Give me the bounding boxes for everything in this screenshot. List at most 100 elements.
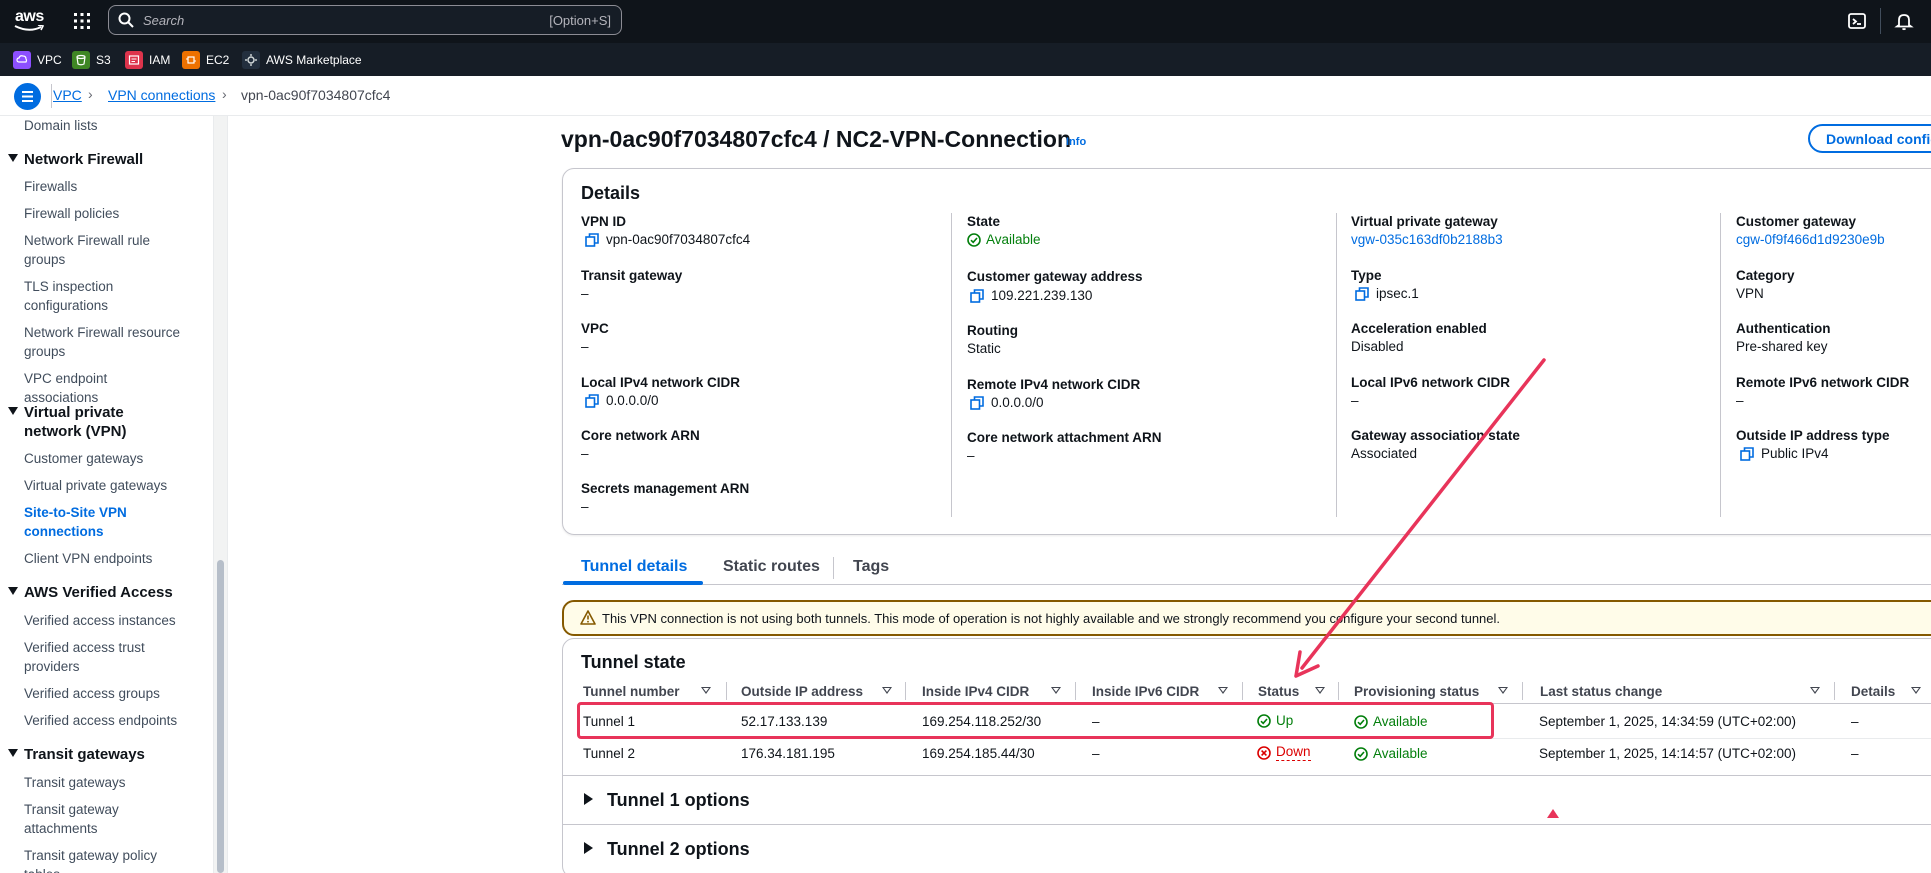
customer-gateway-address-label: Customer gateway address (967, 269, 1143, 284)
favorite-iam[interactable]: IAM (125, 50, 170, 70)
page-title: vpn-0ac90f7034807cfc4 / NC2-VPN-Connecti… (561, 126, 1072, 152)
sidebar-item-vpc-endpoint-associations[interactable]: VPC endpoint associations (24, 369, 184, 407)
tunnel-1-options-expander[interactable]: Tunnel 1 options (584, 790, 750, 811)
routing-label: Routing (967, 323, 1018, 338)
cloudshell-icon[interactable] (1847, 11, 1867, 31)
sidebar-item-transit-gateways[interactable]: Transit gateways (24, 773, 184, 792)
favorite-vpc[interactable]: VPC (13, 50, 62, 70)
favorites-bar: VPC S3 IAM EC2 AWS Marketplace (0, 43, 1931, 76)
breadcrumb-bar: VPC › VPN connections › vpn-0ac90f703480… (0, 76, 1931, 116)
download-configuration-button[interactable]: Download configuration (1808, 124, 1931, 153)
sort-caret-icon[interactable] (1810, 687, 1820, 694)
breadcrumb-vpn-connections[interactable]: VPN connections (108, 87, 215, 103)
sidebar-item-site-to-site-vpn[interactable]: Site-to-Site VPN connections (24, 503, 144, 541)
sidebar-item-transit-gateway-attachments[interactable]: Transit gateway attachments (24, 800, 154, 838)
sidebar-item-client-vpn-endpoints[interactable]: Client VPN endpoints (24, 549, 184, 568)
cell-last-status-change: September 1, 2025, 14:34:59 (UTC+02:00) (1539, 714, 1797, 729)
transit-gateway-label: Transit gateway (581, 268, 683, 283)
virtual-private-gateway-link[interactable]: vgw-035c163df0b2188b3 (1351, 232, 1503, 247)
col-header-last-status-change[interactable]: Last status change (1540, 684, 1662, 699)
local-ipv6-cidr-value: – (1351, 393, 1359, 408)
sort-caret-icon[interactable] (701, 687, 711, 694)
column-divider (951, 213, 952, 517)
col-header-inside-ipv6[interactable]: Inside IPv6 CIDR (1092, 684, 1199, 699)
aws-smile-icon (14, 25, 44, 31)
caret-down-icon (8, 587, 18, 595)
copy-icon[interactable] (1740, 446, 1754, 461)
col-header-tunnel-number[interactable]: Tunnel number (583, 684, 680, 699)
outside-ip-address-type-label: Outside IP address type (1736, 428, 1890, 443)
sidebar-item-verified-access-groups[interactable]: Verified access groups (24, 684, 184, 703)
sort-caret-icon[interactable] (882, 687, 892, 694)
col-header-provisioning-status[interactable]: Provisioning status (1354, 684, 1479, 699)
column-divider (1336, 213, 1337, 517)
copy-icon[interactable] (970, 288, 984, 303)
sidebar-section-transit-gateways[interactable]: Transit gateways (8, 745, 193, 764)
sidebar-item-firewall-policies[interactable]: Firewall policies (24, 204, 184, 223)
info-link[interactable]: Info (1066, 136, 1086, 148)
sidebar-section-verified-access[interactable]: AWS Verified Access (8, 583, 193, 602)
tab-divider (833, 557, 834, 579)
column-resizer[interactable] (905, 682, 906, 700)
col-header-inside-ipv4[interactable]: Inside IPv4 CIDR (922, 684, 1029, 699)
sidebar-item-firewalls[interactable]: Firewalls (24, 177, 184, 196)
aws-logo-text: aws (15, 8, 44, 25)
sort-caret-icon[interactable] (1315, 687, 1325, 694)
iam-icon (125, 51, 143, 69)
cell-tunnel-number: Tunnel 2 (583, 746, 636, 761)
sort-caret-icon[interactable] (1218, 687, 1228, 694)
sidebar-section-network-firewall[interactable]: Network Firewall (8, 150, 193, 169)
favorite-s3[interactable]: S3 (72, 50, 111, 70)
column-resizer[interactable] (1834, 682, 1835, 700)
col-header-details[interactable]: Details (1851, 684, 1895, 699)
sidebar-item-verified-access-trust-providers[interactable]: Verified access trust providers (24, 638, 164, 676)
bell-icon[interactable] (1894, 11, 1914, 31)
sidebar-scroll-thumb[interactable] (217, 560, 224, 873)
favorite-label: S3 (96, 53, 111, 67)
tab-tunnel-details[interactable]: Tunnel details (581, 558, 687, 576)
tab-static-routes[interactable]: Static routes (723, 558, 820, 576)
column-resizer[interactable] (1522, 682, 1523, 700)
favorite-ec2[interactable]: EC2 (182, 50, 229, 70)
customer-gateway-link[interactable]: cgw-0f9f466d1d9230e9b (1736, 232, 1885, 247)
sidebar-item-verified-access-endpoints[interactable]: Verified access endpoints (24, 711, 184, 730)
copy-icon[interactable] (585, 393, 599, 408)
sidebar-item-firewall-rule-groups[interactable]: Network Firewall rule groups (24, 231, 184, 269)
col-header-status[interactable]: Status (1258, 684, 1299, 699)
sort-caret-icon[interactable] (1498, 687, 1508, 694)
sidebar-item-verified-access-instances[interactable]: Verified access instances (24, 611, 184, 630)
column-resizer[interactable] (1075, 682, 1076, 700)
grid-icon[interactable] (73, 12, 91, 30)
breadcrumb-vpc[interactable]: VPC (53, 87, 82, 103)
sidebar-item-firewall-resource-groups[interactable]: Network Firewall resource groups (24, 323, 184, 361)
state-label: State (967, 214, 1001, 229)
sidebar-section-vpn[interactable]: Virtual private network (VPN) (8, 403, 193, 441)
copy-icon[interactable] (1355, 286, 1369, 301)
sidebar-item-customer-gateways[interactable]: Customer gateways (24, 449, 184, 468)
tunnel-2-options-expander[interactable]: Tunnel 2 options (584, 839, 750, 860)
menu-toggle-button[interactable] (14, 83, 41, 110)
sidebar-item-tls-inspection[interactable]: TLS inspection configurations (24, 277, 184, 315)
copy-icon[interactable] (970, 395, 984, 410)
aws-logo[interactable]: aws (14, 6, 46, 34)
sidebar-item-transit-gateway-policy-tables[interactable]: Transit gateway policy tables (24, 846, 174, 873)
s3-icon (72, 51, 90, 69)
sidebar-item-domain-lists[interactable]: Domain lists (24, 116, 184, 135)
local-ipv4-cidr-value: 0.0.0.0/0 (585, 393, 659, 408)
error-circle-icon (1257, 745, 1271, 760)
copy-icon[interactable] (585, 232, 599, 247)
search-input[interactable]: Search [Option+S] (108, 5, 622, 35)
breadcrumb-divider (51, 84, 52, 108)
cell-provisioning-status: Available (1354, 746, 1428, 761)
sort-caret-icon[interactable] (1051, 687, 1061, 694)
column-resizer[interactable] (726, 682, 727, 700)
col-header-outside-ip[interactable]: Outside IP address (741, 684, 863, 699)
tab-tags[interactable]: Tags (853, 558, 889, 576)
sort-caret-icon[interactable] (1911, 687, 1921, 694)
cell-status-down[interactable]: Down (1257, 744, 1311, 761)
favorite-aws-marketplace[interactable]: AWS Marketplace (242, 50, 362, 70)
vpn-id-value: vpn-0ac90f7034807cfc4 (585, 232, 750, 247)
sidebar-item-virtual-private-gateways[interactable]: Virtual private gateways (24, 476, 184, 495)
column-resizer[interactable] (1338, 682, 1339, 700)
column-resizer[interactable] (1242, 682, 1243, 700)
